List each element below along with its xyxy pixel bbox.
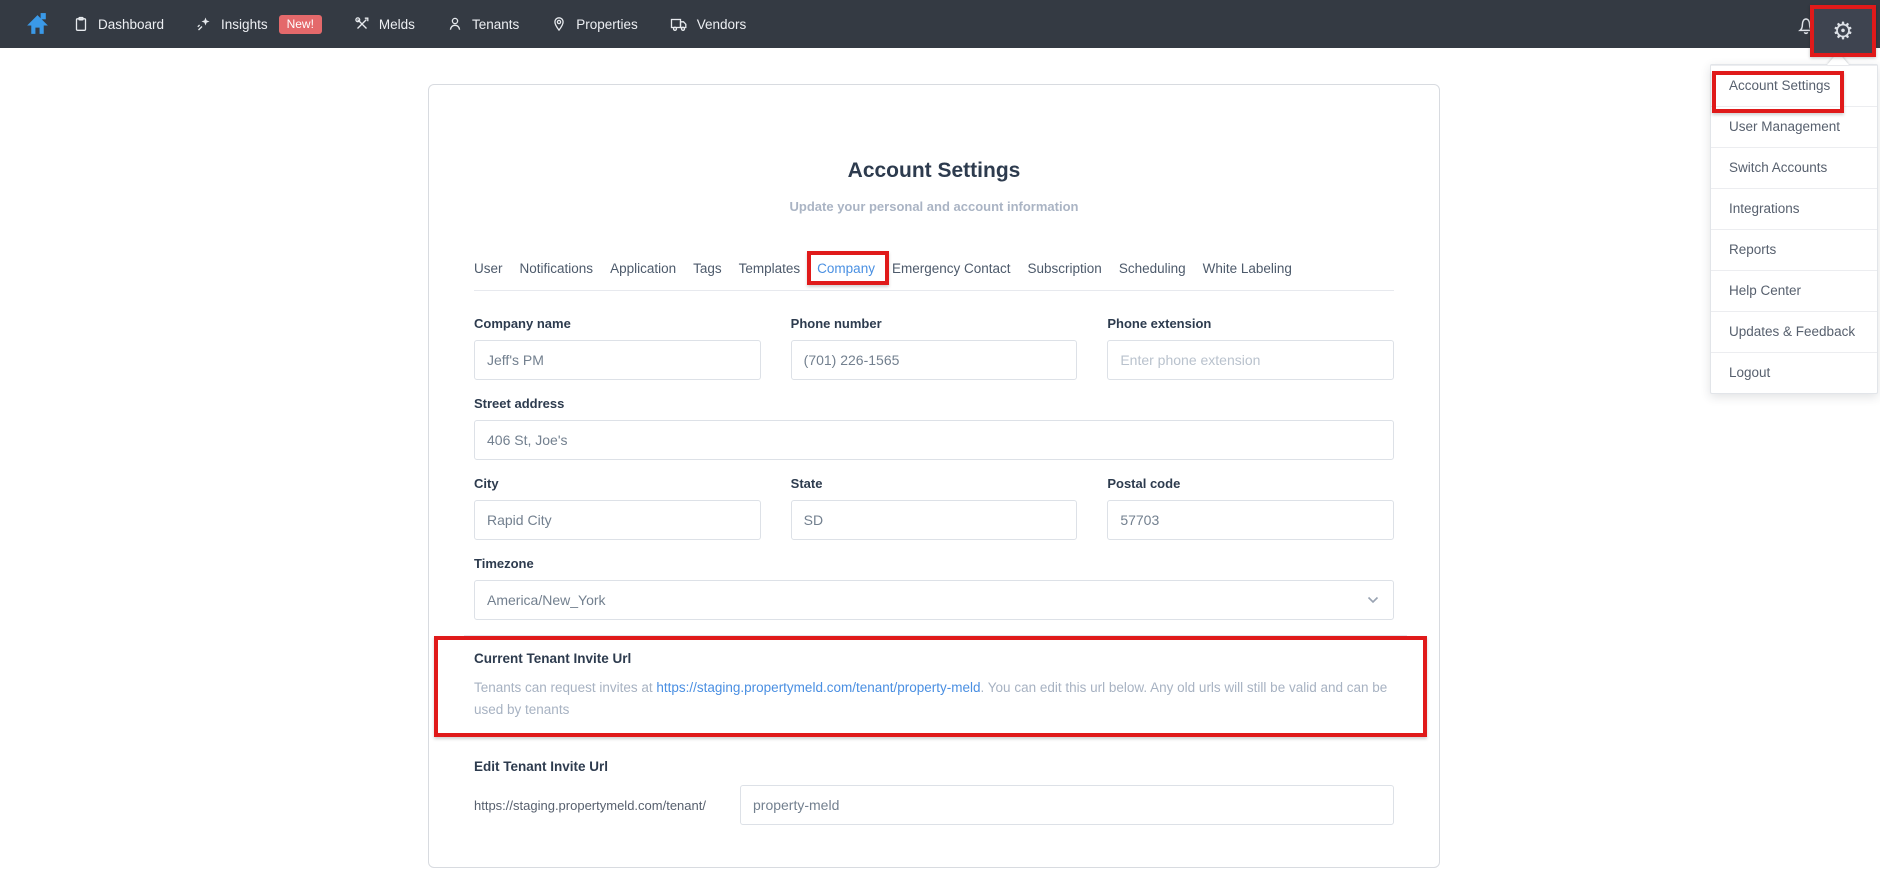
logo-icon[interactable] bbox=[24, 11, 51, 38]
tab-tags[interactable]: Tags bbox=[693, 261, 722, 276]
company-name-label: Company name bbox=[474, 316, 571, 331]
nav-item-dashboard[interactable]: Dashboard bbox=[73, 16, 164, 32]
street-address-input[interactable] bbox=[474, 420, 1394, 460]
phone-number-field: Phone number bbox=[790, 291, 1078, 380]
nav-item-melds[interactable]: Melds bbox=[354, 16, 415, 32]
city-field: City bbox=[474, 460, 761, 540]
menu-item-updates-feedback[interactable]: Updates & Feedback bbox=[1711, 311, 1877, 352]
tab-emergency-contact[interactable]: Emergency Contact bbox=[892, 261, 1011, 276]
street-address-label: Street address bbox=[474, 396, 565, 411]
annotation-box-gear: ⚙ bbox=[1810, 5, 1876, 57]
postal-code-label: Postal code bbox=[1107, 476, 1181, 491]
nav-item-label: Insights bbox=[221, 16, 268, 32]
nav-item-label: Melds bbox=[378, 16, 415, 32]
tab-notifications[interactable]: Notifications bbox=[520, 261, 594, 276]
edit-invite-row: https://staging.propertymeld.com/tenant/ bbox=[474, 785, 1394, 825]
nav-item-properties[interactable]: Properties bbox=[551, 16, 638, 32]
street-address-field: Street address bbox=[474, 396, 1394, 460]
settings-card: Account Settings Update your personal an… bbox=[428, 84, 1440, 868]
settings-menu: Account Settings User Management Switch … bbox=[1710, 64, 1878, 394]
state-field: State bbox=[790, 460, 1078, 540]
invite-url-section: Current Tenant Invite Url Tenants can re… bbox=[434, 636, 1427, 737]
tab-company[interactable]: Company bbox=[807, 251, 889, 285]
truck-icon bbox=[670, 18, 687, 31]
state-label: State bbox=[790, 476, 823, 491]
page-title: Account Settings bbox=[847, 159, 1021, 182]
clipboard-icon bbox=[75, 16, 87, 31]
tab-templates[interactable]: Templates bbox=[739, 261, 801, 276]
nav-item-insights[interactable]: Insights New! bbox=[196, 14, 322, 34]
menu-item-account-settings[interactable]: Account Settings bbox=[1711, 65, 1877, 106]
nav-item-vendors[interactable]: Vendors bbox=[670, 16, 747, 32]
menu-item-user-management[interactable]: User Management bbox=[1711, 106, 1877, 147]
timezone-select[interactable]: America/New_York bbox=[474, 580, 1394, 620]
tab-subscription[interactable]: Subscription bbox=[1028, 261, 1102, 276]
person-icon bbox=[449, 17, 461, 30]
nav-item-label: Properties bbox=[576, 16, 638, 32]
nav-item-label: Dashboard bbox=[98, 16, 165, 32]
state-input[interactable] bbox=[790, 500, 1078, 540]
tab-application[interactable]: Application bbox=[610, 261, 676, 276]
invite-url-prefix: https://staging.propertymeld.com/tenant/ bbox=[474, 797, 706, 813]
company-name-field: Company name bbox=[474, 291, 761, 380]
tab-white-labeling[interactable]: White Labeling bbox=[1203, 261, 1292, 276]
company-form: Company name Phone number Phone extensio… bbox=[434, 291, 1427, 825]
city-input[interactable] bbox=[474, 500, 761, 540]
tab-company-label: Company bbox=[817, 261, 875, 276]
tools-icon bbox=[355, 17, 369, 29]
menu-item-integrations[interactable]: Integrations bbox=[1711, 188, 1877, 229]
phone-extension-input[interactable] bbox=[1107, 340, 1394, 380]
sparkles-icon bbox=[197, 17, 210, 31]
postal-code-input[interactable] bbox=[1107, 500, 1394, 540]
settings-tabs: User Notifications Application Tags Temp… bbox=[474, 251, 1394, 291]
chevron-down-icon bbox=[1367, 596, 1379, 604]
phone-extension-label: Phone extension bbox=[1107, 316, 1212, 331]
timezone-value: America/New_York bbox=[487, 592, 606, 608]
nav-item-tenants[interactable]: Tenants bbox=[447, 16, 519, 32]
phone-number-input[interactable] bbox=[790, 340, 1078, 380]
gear-icon[interactable]: ⚙ bbox=[1832, 19, 1854, 43]
top-nav: Dashboard Insights New! Melds Tenants Pr… bbox=[0, 0, 1880, 48]
postal-code-field: Postal code bbox=[1107, 460, 1394, 540]
page-subtitle: Update your personal and account informa… bbox=[789, 199, 1079, 214]
invite-url-link[interactable]: https://staging.propertymeld.com/tenant/… bbox=[656, 680, 980, 695]
invite-url-input[interactable] bbox=[740, 785, 1394, 825]
timezone-field: Timezone America/New_York bbox=[474, 556, 1394, 620]
invite-description: Tenants can request invites at https://s… bbox=[474, 677, 1394, 721]
invite-text-before: Tenants can request invites at bbox=[474, 680, 657, 695]
menu-item-reports[interactable]: Reports bbox=[1711, 229, 1877, 270]
new-badge: New! bbox=[278, 14, 322, 34]
timezone-label: Timezone bbox=[474, 556, 534, 571]
tab-scheduling[interactable]: Scheduling bbox=[1119, 261, 1186, 276]
menu-item-switch-accounts[interactable]: Switch Accounts bbox=[1711, 147, 1877, 188]
nav-item-label: Vendors bbox=[696, 16, 747, 32]
invite-heading: Current Tenant Invite Url bbox=[474, 651, 632, 666]
phone-extension-field: Phone extension bbox=[1107, 291, 1394, 380]
tab-user[interactable]: User bbox=[474, 261, 503, 276]
phone-number-label: Phone number bbox=[790, 316, 882, 331]
menu-item-help-center[interactable]: Help Center bbox=[1711, 270, 1877, 311]
company-name-input[interactable] bbox=[474, 340, 761, 380]
nav-item-label: Tenants bbox=[471, 16, 520, 32]
menu-item-logout[interactable]: Logout bbox=[1711, 352, 1877, 393]
city-label: City bbox=[474, 476, 499, 491]
map-pin-icon bbox=[554, 17, 564, 32]
edit-invite-heading: Edit Tenant Invite Url bbox=[474, 759, 609, 774]
